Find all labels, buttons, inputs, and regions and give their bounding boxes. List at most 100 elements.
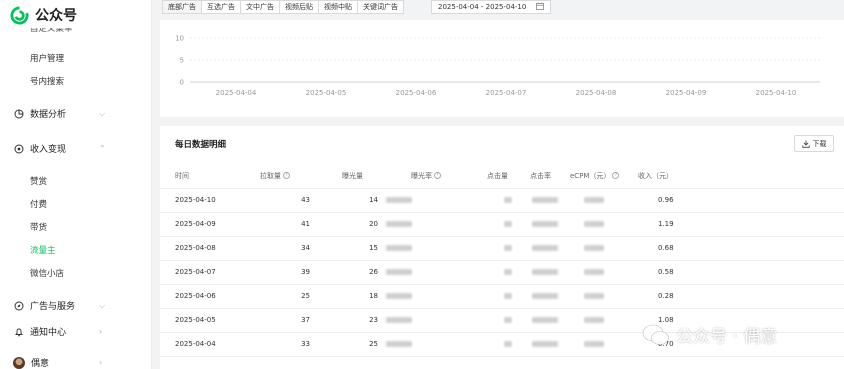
account-name: 偶意: [31, 359, 50, 369]
download-button[interactable]: 下载: [794, 135, 834, 152]
cell-income: 0.68: [658, 244, 674, 252]
cell-exposure: 26: [369, 268, 378, 276]
chevron-up-icon: ⌃: [99, 144, 106, 153]
info-icon[interactable]: ?: [283, 172, 290, 180]
sidebar-group-label: 数据分析: [30, 110, 67, 120]
sidebar-group-notifications[interactable]: 通知中心 ›: [13, 325, 113, 338]
table-cell: 20: [310, 212, 378, 237]
app-title: 公众号: [35, 8, 77, 24]
cell-date: 2025-04-07: [175, 268, 216, 276]
chevron-right-icon: ›: [99, 358, 103, 367]
x-tick-label: 2025-04-07: [486, 89, 527, 97]
avatar: [13, 356, 25, 369]
table-cell: 41: [260, 212, 310, 237]
table-cell: [378, 212, 456, 237]
cell-date: 2025-04-04: [175, 340, 216, 348]
ad-type-tabs: 底部广告 互选广告 文中广告 视频后贴 视频中贴 关键词广告: [162, 0, 404, 14]
sidebar-item-wechat-store[interactable]: 微信小店: [30, 267, 64, 279]
tab-video-post-roll[interactable]: 视频后贴: [280, 1, 319, 13]
table-cell: 2025-04-06: [160, 284, 260, 309]
sidebar-item-user-management[interactable]: 用户管理: [30, 52, 64, 64]
y-tick-label: 5: [180, 57, 184, 65]
table-cell: 2025-04-10: [160, 188, 260, 213]
table-cell: [456, 212, 524, 237]
cell-ctr-redacted: [532, 269, 558, 275]
wechat-official-logo-icon: [10, 5, 29, 24]
col-date-header: 时间: [160, 164, 260, 189]
x-tick-label: 2025-04-05: [306, 89, 347, 97]
cell-pull: 33: [301, 340, 310, 348]
cell-exposure-rate-redacted: [386, 293, 412, 299]
table-cell: [562, 236, 632, 261]
table-row: 2025-04-10 43 14 0.96: [160, 188, 844, 213]
cell-income: 0.28: [658, 292, 674, 300]
cell-ecpm-redacted: [584, 197, 604, 203]
cell-clicks-redacted: [504, 293, 512, 299]
chevron-down-icon: ⌵: [99, 300, 106, 310]
cell-exposure: 23: [369, 316, 378, 324]
cell-date: 2025-04-08: [175, 244, 216, 252]
col-exposure-rate-label: 曝光率: [411, 171, 432, 180]
table-cell: 25: [260, 284, 310, 309]
sidebar-item-traffic-owner[interactable]: 流量主: [30, 244, 56, 256]
table-cell: 43: [260, 188, 310, 213]
cell-ctr-redacted: [532, 293, 558, 299]
info-icon[interactable]: ?: [612, 172, 620, 180]
cell-date: 2025-04-09: [175, 220, 216, 228]
cell-exposure-rate-redacted: [386, 221, 412, 227]
tab-bottom-ad[interactable]: 底部广告: [163, 1, 202, 13]
y-tick-label: 10: [175, 35, 184, 43]
table-cell: 37: [260, 308, 310, 333]
sidebar-group-analytics[interactable]: 数据分析 ⌵: [13, 107, 113, 120]
table-header-row: 时间 拉取量? 曝光量 曝光率? 点击量 点击率 eCPM（元）? 收入（元）: [160, 164, 844, 189]
table-cell: [524, 188, 562, 213]
cell-ecpm-redacted: [584, 317, 604, 323]
cell-ctr-redacted: [532, 317, 558, 323]
sidebar-item-appreciation[interactable]: 赞赏: [30, 175, 47, 187]
sidebar-account[interactable]: 偶意 ›: [13, 356, 113, 369]
table-cell: [562, 284, 632, 309]
wechat-watermark: 公众号 · 偶意: [642, 322, 777, 347]
sidebar-item-custom-menu[interactable]: 自定义菜单: [30, 28, 73, 35]
cell-ecpm-redacted: [584, 341, 604, 347]
bell-icon: [13, 326, 24, 337]
sidebar-group-ads[interactable]: 广告与服务 ⌵: [13, 299, 113, 312]
cell-pull: 43: [301, 196, 310, 204]
table-cell: [524, 284, 562, 309]
tab-in-article-ad[interactable]: 文中广告: [241, 1, 280, 13]
table-cell: [562, 188, 632, 213]
tab-keyword-ad[interactable]: 关键词广告: [358, 1, 403, 13]
sidebar-item-in-account-search[interactable]: 号内搜索: [30, 75, 64, 87]
col-ecpm-label: eCPM（元）: [570, 171, 611, 180]
x-tick-label: 2025-04-08: [576, 89, 617, 97]
table-cell: [378, 236, 456, 261]
col-ctr-header: 点击率: [524, 164, 562, 189]
table-cell: 0.28: [632, 284, 844, 309]
tab-video-mid-roll[interactable]: 视频中贴: [319, 1, 358, 13]
sidebar-item-paid[interactable]: 付费: [30, 198, 47, 210]
cell-exposure: 25: [369, 340, 378, 348]
table-cell: [378, 284, 456, 309]
table-row: 2025-04-07 39 26 0.58: [160, 260, 844, 285]
cell-clicks-redacted: [504, 245, 512, 251]
chart-card: 10 5 0 2025-04-04 2025-04-05 2025-04-06 2025-0…: [160, 20, 844, 117]
sidebar-group-label: 收入变现: [30, 145, 67, 155]
cell-clicks-redacted: [504, 317, 512, 323]
sidebar-item-commerce[interactable]: 带货: [30, 221, 47, 233]
table-cell: 26: [310, 260, 378, 285]
cell-ecpm-redacted: [584, 269, 604, 275]
col-clicks-header: 点击量: [456, 164, 524, 189]
table-cell: [456, 260, 524, 285]
sidebar-group-label: 广告与服务: [30, 302, 76, 312]
app-logo[interactable]: 公众号: [10, 5, 77, 25]
table-cell: 34: [260, 236, 310, 261]
info-icon[interactable]: ?: [434, 172, 441, 180]
cell-exposure: 15: [369, 244, 378, 252]
cell-clicks-redacted: [504, 197, 512, 203]
table-cell: 0.96: [632, 188, 844, 213]
date-range-picker[interactable]: 2025-04-04 - 2025-04-10: [431, 0, 551, 14]
table-cell: 2025-04-05: [160, 308, 260, 333]
table-cell: [378, 260, 456, 285]
sidebar-group-monetize[interactable]: 收入变现 ⌃: [13, 142, 113, 155]
tab-mutual-select-ad[interactable]: 互选广告: [202, 1, 241, 13]
